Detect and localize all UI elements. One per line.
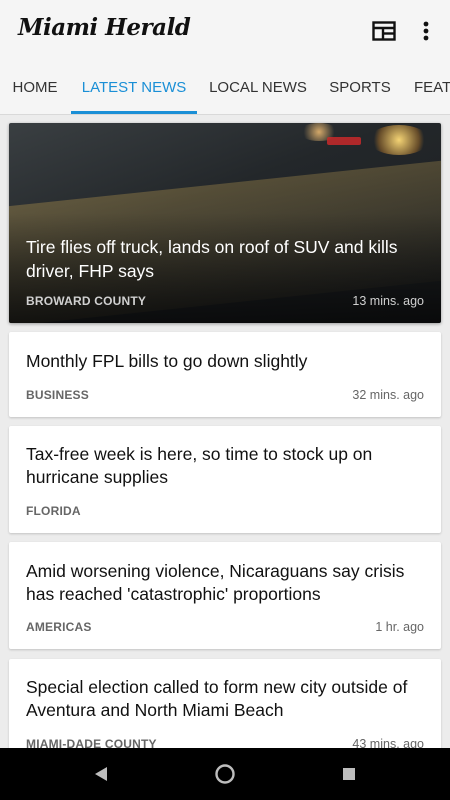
article-card[interactable]: Special election called to form new city… [9,659,441,748]
more-vert-icon[interactable] [411,16,441,46]
app-bar: Miami Herald [0,0,450,62]
article-title: Monthly FPL bills to go down slightly [26,351,308,371]
home-icon[interactable] [212,761,238,787]
article-time: 13 mins. ago [352,294,424,308]
tab-sports[interactable]: SPORTS [322,62,398,114]
tab-local-news[interactable]: LOCAL NEWS [202,62,314,114]
layout-icon[interactable] [369,16,399,46]
article-title: Tire flies off truck, lands on roof of S… [26,237,398,281]
article-section: BROWARD COUNTY [26,294,147,308]
article-title: Amid worsening violence, Nicaraguans say… [26,561,405,604]
article-card[interactable]: Monthly FPL bills to go down slightly BU… [9,332,441,417]
hero-image-headlight [369,125,429,155]
featured-article-card[interactable]: Tire flies off truck, lands on roof of S… [9,123,441,323]
tab-home[interactable]: HOME [0,62,70,114]
recents-icon[interactable] [336,761,362,787]
section-tabs: HOME LATEST NEWS LOCAL NEWS SPORTS FEAT [0,62,450,115]
tab-features[interactable]: FEAT [414,62,450,114]
article-section: MIAMI-DADE COUNTY [26,737,157,748]
article-section: AMERICAS [26,620,92,634]
article-card[interactable]: Amid worsening violence, Nicaraguans say… [9,542,441,649]
system-nav-bar [0,748,450,800]
back-icon[interactable] [88,761,114,787]
tab-latest-news[interactable]: LATEST NEWS [71,62,197,114]
article-title: Special election called to form new city… [26,677,408,720]
article-title: Tax-free week is here, so time to stock … [26,444,373,487]
article-time: 1 hr. ago [375,620,424,634]
app-logo[interactable]: Miami Herald [18,14,191,41]
hero-image-taillight [327,137,361,145]
article-time: 32 mins. ago [352,388,424,402]
article-time: 43 mins. ago [352,737,424,748]
article-card[interactable]: Tax-free week is here, so time to stock … [9,426,441,533]
article-section: BUSINESS [26,388,89,402]
article-section: FLORIDA [26,504,81,518]
news-feed[interactable]: Tire flies off truck, lands on roof of S… [0,114,450,748]
